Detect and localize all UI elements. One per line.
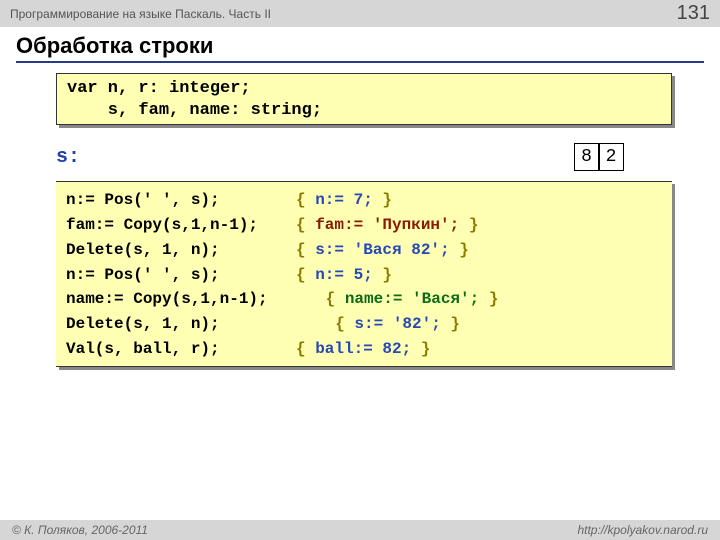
statement: Delete(s, 1, n); xyxy=(66,312,316,337)
statement: n:= Pos(' ', s); xyxy=(66,188,296,213)
header-bar: Программирование на языке Паскаль. Часть… xyxy=(0,0,720,27)
page-number: 131 xyxy=(677,2,710,25)
comment: { s:= '82'; } xyxy=(316,312,460,337)
code-line: Val(s, ball, r);{ ball:= 82; } xyxy=(66,337,662,362)
comment: { ball:= 82; } xyxy=(296,337,430,362)
course-name: Программирование на языке Паскаль. Часть… xyxy=(10,7,271,21)
cell: 2 xyxy=(598,143,624,171)
comment: { n:= 7; } xyxy=(296,188,392,213)
cells: 8 2 xyxy=(575,143,624,171)
copyright: © К. Поляков, 2006-2011 xyxy=(12,523,148,537)
page-title: Обработка строки xyxy=(0,27,720,61)
declaration-code: var n, r: integer; s, fam, name: string; xyxy=(67,78,661,122)
statement: fam:= Copy(s,1,n-1); xyxy=(66,213,296,238)
code-line: fam:= Copy(s,1,n-1);{ fam:= 'Пупкин'; } xyxy=(66,213,662,238)
comment: { fam:= 'Пупкин'; } xyxy=(296,213,478,238)
statement: name:= Copy(s,1,n-1); xyxy=(66,287,316,312)
s-row: s: 8 2 xyxy=(56,143,664,171)
footer-url: http://kpolyakov.narod.ru xyxy=(577,523,708,537)
cell: 8 xyxy=(574,143,600,171)
code-line: n:= Pos(' ', s);{ n:= 7; } xyxy=(66,188,662,213)
declaration-box: var n, r: integer; s, fam, name: string; xyxy=(56,73,672,125)
comment: { n:= 5; } xyxy=(296,263,392,288)
comment: { s:= 'Вася 82'; } xyxy=(296,238,469,263)
code-line: Delete(s, 1, n);{ s:= 'Вася 82'; } xyxy=(66,238,662,263)
statement: Val(s, ball, r); xyxy=(66,337,296,362)
s-label: s: xyxy=(56,146,80,169)
footer: © К. Поляков, 2006-2011 http://kpolyakov… xyxy=(0,520,720,540)
code-line: Delete(s, 1, n); { s:= '82'; } xyxy=(66,312,662,337)
title-rule xyxy=(16,61,704,63)
code-line: n:= Pos(' ', s);{ n:= 5; } xyxy=(66,263,662,288)
statement: Delete(s, 1, n); xyxy=(66,238,296,263)
comment: { name:= 'Вася'; } xyxy=(316,287,498,312)
code-line: name:= Copy(s,1,n-1); { name:= 'Вася'; } xyxy=(66,287,662,312)
main-code-box: n:= Pos(' ', s);{ n:= 7; }fam:= Copy(s,1… xyxy=(56,181,672,367)
statement: n:= Pos(' ', s); xyxy=(66,263,296,288)
